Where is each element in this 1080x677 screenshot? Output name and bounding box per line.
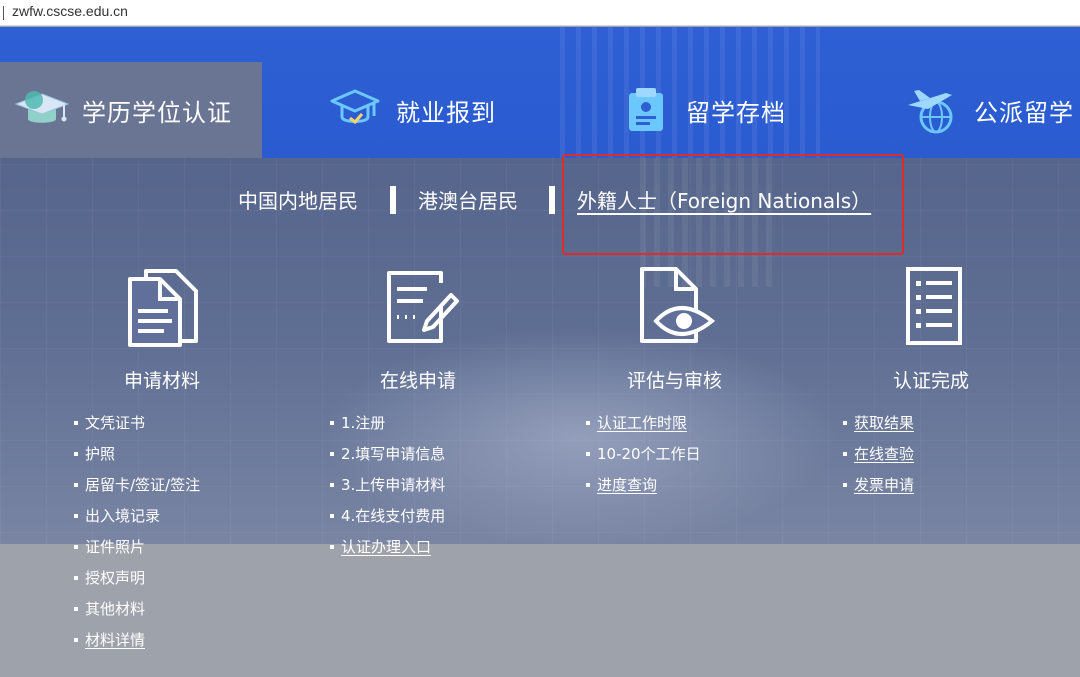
evaluation-list: 认证工作时限 10-20个工作日 进度查询 — [586, 407, 701, 500]
list-item: 进度查询 — [586, 469, 701, 500]
list-item: 认证办理入口 — [330, 531, 445, 562]
tab-label: 就业报到 — [396, 98, 496, 127]
bullet — [74, 482, 78, 487]
applicant-type-nav: 中国内地居民 港澳台居民 外籍人士（Foreign Nationals） — [0, 185, 1080, 225]
service-nav: 学历学位认证 就业报到 留学存档 公派留学 — [0, 27, 1080, 158]
document-eye-icon — [636, 265, 716, 347]
tab-government-study-abroad[interactable]: 公派留学 — [906, 62, 1074, 158]
list-item: 认证工作时限 — [586, 407, 701, 438]
tab-label: 学历学位认证 — [82, 98, 232, 127]
step-title-online-application: 在线申请 — [380, 370, 457, 392]
processing-time-link[interactable]: 认证工作时限 — [597, 412, 687, 433]
list-item: 文凭证书 — [74, 407, 200, 438]
bullet — [586, 482, 590, 487]
bullet — [843, 420, 847, 425]
separator — [390, 186, 396, 214]
url-text: zwfw.cscse.edu.cn — [12, 3, 128, 19]
list-item: 4.在线支付费用 — [330, 500, 445, 531]
bullet — [74, 451, 78, 456]
list-item: 3.上传申请材料 — [330, 469, 445, 500]
bullet — [586, 451, 590, 456]
list-item: 材料详情 — [74, 624, 200, 655]
application-portal-link[interactable]: 认证办理入口 — [341, 536, 431, 557]
bullet — [586, 420, 590, 425]
separator — [549, 186, 555, 214]
mortarboard-icon — [330, 88, 380, 132]
tab-employment-registration[interactable]: 就业报到 — [330, 62, 496, 158]
materials-details-link[interactable]: 材料详情 — [85, 629, 145, 650]
bullet — [330, 420, 334, 425]
online-application-list: 1.注册 2.填写申请信息 3.上传申请材料 4.在线支付费用 认证办理入口 — [330, 407, 445, 562]
invoice-request-link[interactable]: 发票申请 — [854, 474, 914, 495]
graduation-cap-icon — [14, 90, 70, 130]
list-item: 出入境记录 — [74, 500, 200, 531]
tab-label: 公派留学 — [974, 98, 1074, 127]
online-verification-link[interactable]: 在线查验 — [854, 443, 914, 464]
bullet — [330, 482, 334, 487]
list-item: 其他材料 — [74, 593, 200, 624]
bullet — [330, 544, 334, 549]
bullet — [74, 575, 78, 580]
bullet — [74, 513, 78, 518]
list-item: 在线查验 — [843, 438, 914, 469]
bullet — [74, 637, 78, 642]
list-item: 授权声明 — [74, 562, 200, 593]
tab-degree-verification[interactable]: 学历学位认证 — [0, 62, 262, 158]
tab-study-archive[interactable]: 留学存档 — [626, 62, 786, 158]
bullet — [843, 451, 847, 456]
text-caret — [3, 6, 4, 20]
list-item: 2.填写申请信息 — [330, 438, 445, 469]
list-item: 1.注册 — [330, 407, 445, 438]
address-bar[interactable]: zwfw.cscse.edu.cn — [0, 0, 1080, 26]
documents-icon — [124, 265, 204, 347]
archive-file-icon — [626, 87, 666, 133]
bullet — [74, 544, 78, 549]
bullet — [330, 451, 334, 456]
list-item: 护照 — [74, 438, 200, 469]
bullet — [330, 513, 334, 518]
completion-list: 获取结果 在线查验 发票申请 — [843, 407, 914, 500]
step-title-completion: 认证完成 — [893, 370, 970, 392]
list-item: 居留卡/签证/签注 — [74, 469, 200, 500]
list-item: 获取结果 — [843, 407, 914, 438]
step-title-materials: 申请材料 — [124, 370, 201, 392]
list-item: 发票申请 — [843, 469, 914, 500]
get-result-link[interactable]: 获取结果 — [854, 412, 914, 433]
bullet — [74, 420, 78, 425]
progress-query-link[interactable]: 进度查询 — [597, 474, 657, 495]
edit-form-icon — [383, 265, 463, 347]
highlight-annotation-box — [562, 154, 904, 255]
materials-list: 文凭证书 护照 居留卡/签证/签注 出入境记录 证件照片 授权声明 其他材料 材… — [74, 407, 200, 655]
tab-label: 留学存档 — [686, 98, 786, 127]
bullet — [74, 606, 78, 611]
airplane-globe-icon — [906, 85, 958, 135]
bullet — [843, 482, 847, 487]
checklist-icon — [894, 265, 974, 347]
step-title-evaluation: 评估与审核 — [627, 370, 723, 392]
subnav-hk-macao-taiwan-residents[interactable]: 港澳台居民 — [418, 185, 518, 214]
list-item: 10-20个工作日 — [586, 438, 701, 469]
subnav-mainland-residents[interactable]: 中国内地居民 — [238, 185, 358, 214]
list-item: 证件照片 — [74, 531, 200, 562]
